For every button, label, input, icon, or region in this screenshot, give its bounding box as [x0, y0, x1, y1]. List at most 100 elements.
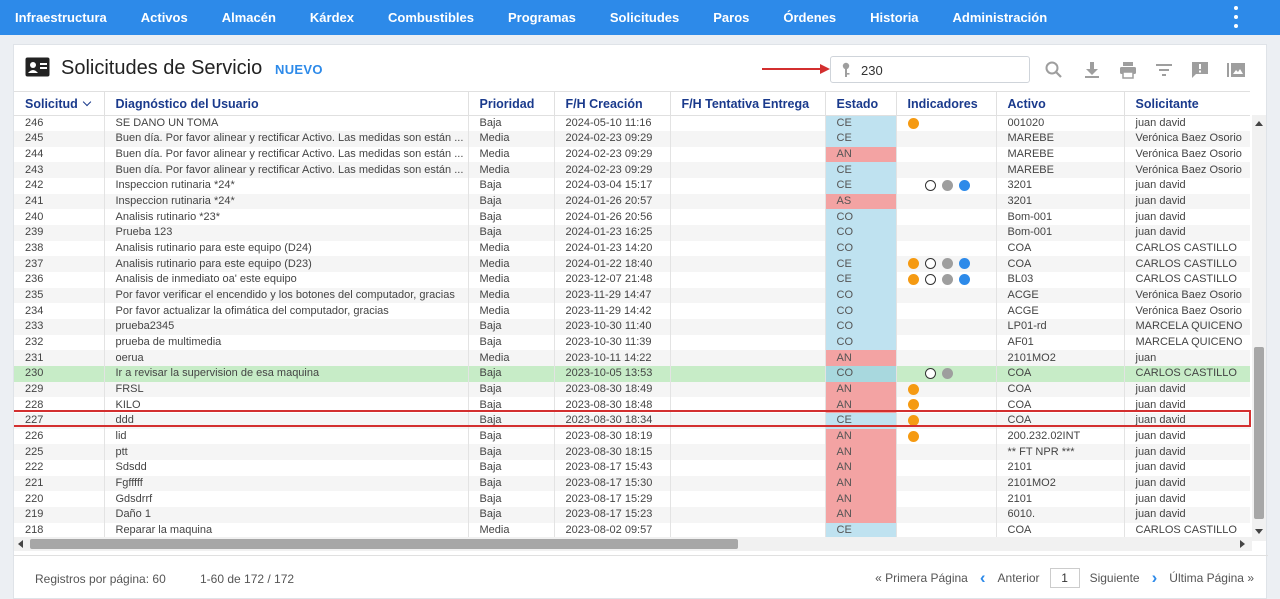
table-row[interactable]: 222 Sdsdd Baja 2023-08-17 15:43 AN 2101 juan d…: [14, 459, 1250, 476]
nav-item-programas[interactable]: Programas: [493, 10, 576, 25]
print-icon[interactable]: [1118, 60, 1138, 80]
vertical-scrollbar[interactable]: [1252, 115, 1266, 541]
table-row[interactable]: 243 Buen día. Por favor alinear y rectifi…: [14, 162, 1250, 179]
table-row[interactable]: 244 Buen día. Por favor alinear y rectifi…: [14, 146, 1250, 163]
table-row[interactable]: 235 Por favor verificar el encendido y lo…: [14, 287, 1250, 304]
cell-diag: Buen día. Por favor alinear y rectificar…: [104, 162, 469, 179]
chevron-right-icon[interactable]: ›: [1152, 568, 1158, 588]
vertical-scroll-thumb[interactable]: [1254, 347, 1264, 519]
column-header-3[interactable]: F/H Creación: [554, 91, 671, 116]
nav-item-administración[interactable]: Administración: [938, 10, 1048, 25]
cell-prio: Baja: [468, 381, 555, 398]
indicator-empty-icon: [924, 273, 936, 285]
scroll-right-icon[interactable]: [1240, 540, 1245, 548]
table-row[interactable]: 238 Analisis rutinario para este equipo (…: [14, 240, 1250, 257]
sort-descending-icon[interactable]: [82, 97, 92, 106]
table-row[interactable]: 225 ptt Baja 2023-08-30 18:15 AN ** FT NPR **…: [14, 444, 1250, 460]
table-row[interactable]: 246 SE DANO UN TOMA Baja 2024-05-10 11:16 CE…: [14, 115, 1250, 132]
cell-status: AS: [825, 193, 897, 210]
nav-item-almacén[interactable]: Almacén: [207, 10, 276, 25]
column-header-6[interactable]: Indicadores: [896, 91, 997, 116]
chevron-left-icon[interactable]: ‹: [980, 568, 986, 588]
cell-id: 229: [14, 381, 105, 398]
indicators-cell: [896, 287, 997, 304]
table-row[interactable]: 233 prueba2345 Baja 2023-10-30 11:40 CO LP01-…: [14, 319, 1250, 335]
cell-due: [670, 193, 826, 210]
scroll-left-icon[interactable]: [18, 540, 23, 548]
indicator-blue-icon: [958, 180, 970, 192]
page-number-input[interactable]: [1049, 568, 1080, 588]
cell-asset: 6010.: [996, 506, 1125, 523]
new-request-button[interactable]: NUEVO: [275, 62, 323, 77]
column-header-2[interactable]: Prioridad: [468, 91, 555, 116]
cell-id: 244: [14, 146, 105, 163]
nav-item-órdenes[interactable]: Órdenes: [768, 10, 836, 25]
nav-item-paros[interactable]: Paros: [698, 10, 749, 25]
nav-item-infraestructura[interactable]: Infraestructura: [0, 10, 107, 25]
scroll-down-icon[interactable]: [1255, 529, 1263, 534]
scroll-up-icon[interactable]: [1255, 121, 1263, 126]
nav-item-historia[interactable]: Historia: [855, 10, 918, 25]
nav-item-kárdex[interactable]: Kárdex: [295, 10, 354, 25]
filter-icon[interactable]: [1154, 60, 1174, 80]
column-header-0[interactable]: Solicitud: [14, 91, 105, 116]
download-icon[interactable]: [1082, 60, 1102, 80]
horizontal-scroll-thumb[interactable]: [30, 539, 738, 549]
cell-status: AN: [825, 397, 897, 413]
table-row[interactable]: 242 Inspeccion rutinaria *24* Baja 2024-03-…: [14, 178, 1250, 194]
search-icon[interactable]: [1044, 60, 1064, 80]
table-row[interactable]: 237 Analisis rutinario para este equipo (…: [14, 256, 1250, 273]
cell-due: [670, 225, 826, 241]
table-row[interactable]: 230 Ir a revisar la supervision de esa ma…: [14, 366, 1250, 382]
column-header-1[interactable]: Diagnóstico del Usuario: [104, 91, 469, 116]
rows-per-page[interactable]: Registros por página: 60: [35, 572, 166, 586]
first-page-link[interactable]: « Primera Página: [875, 571, 968, 585]
cell-asset: COA: [996, 366, 1125, 382]
column-header-8[interactable]: Solicitante: [1124, 91, 1250, 116]
table-row[interactable]: 220 Gdsdrrf Baja 2023-08-17 15:29 AN 2101 juan…: [14, 491, 1250, 507]
feedback-icon[interactable]: [1190, 60, 1210, 80]
table-row[interactable]: 232 prueba de multimedia Baja 2023-10-30 11…: [14, 334, 1250, 351]
table-row[interactable]: 236 Analisis de inmediato oa' este equipo…: [14, 272, 1250, 288]
table-row[interactable]: 239 Prueba 123 Baja 2024-01-23 16:25 CO Bom-0…: [14, 225, 1250, 241]
indicators-cell: [896, 209, 997, 226]
table-row[interactable]: 245 Buen día. Por favor alinear y rectifi…: [14, 131, 1250, 147]
table-row[interactable]: 229 FRSL Baja 2023-08-30 18:49 AN COA juan dav…: [14, 381, 1250, 398]
next-page-link[interactable]: Siguiente: [1090, 571, 1140, 585]
nav-item-solicitudes[interactable]: Solicitudes: [595, 10, 679, 25]
cell-created: 2023-10-05 13:53: [554, 366, 671, 382]
last-page-link[interactable]: Última Página »: [1169, 571, 1254, 585]
search-input[interactable]: [861, 60, 1021, 80]
table-row[interactable]: 219 Daño 1 Baja 2023-08-17 15:23 AN 6010. juan…: [14, 506, 1250, 523]
table-row[interactable]: 228 KILO Baja 2023-08-30 18:48 AN COA juan dav…: [14, 397, 1250, 413]
table-row[interactable]: 241 Inspeccion rutinaria *24* Baja 2024-01-…: [14, 193, 1250, 210]
cell-created: 2024-05-10 11:16: [554, 115, 671, 132]
table-row[interactable]: 234 Por favor actualizar la ofimática del…: [14, 303, 1250, 320]
gallery-icon[interactable]: [1226, 60, 1246, 80]
kebab-menu-icon[interactable]: [1232, 6, 1240, 28]
table-row[interactable]: 218 Reparar la maquina Media 2023-08-02 09:…: [14, 522, 1250, 539]
horizontal-scrollbar[interactable]: [14, 537, 1252, 551]
table-row[interactable]: 226 lid Baja 2023-08-30 18:19 AN 200.232.02IN…: [14, 428, 1250, 445]
table-row[interactable]: 221 Fgfffff Baja 2023-08-17 15:30 AN 2101MO2 j…: [14, 475, 1250, 492]
cell-diag: Inspeccion rutinaria *24*: [104, 193, 469, 210]
cell-diag: Prueba 123: [104, 225, 469, 241]
column-header-5[interactable]: Estado: [825, 91, 897, 116]
table-row[interactable]: 240 Analisis rutinario *23* Baja 2024-01-26…: [14, 209, 1250, 226]
search-box[interactable]: [830, 56, 1030, 83]
column-header-7[interactable]: Activo: [996, 91, 1125, 116]
cell-prio: Media: [468, 131, 555, 147]
cell-diag: SE DANO UN TOMA: [104, 115, 469, 132]
previous-page-link[interactable]: Anterior: [998, 571, 1040, 585]
top-navigation: Infraestructura Activos Almacén Kárdex Combu…: [0, 0, 1280, 35]
cell-prio: Media: [468, 272, 555, 288]
nav-item-combustibles[interactable]: Combustibles: [373, 10, 474, 25]
column-header-4[interactable]: F/H Tentativa Entrega: [670, 91, 826, 116]
table-row[interactable]: 227 ddd Baja 2023-08-30 18:34 CE COA juan davi…: [14, 412, 1250, 429]
cell-asset: BL03: [996, 272, 1125, 288]
table-row[interactable]: 231 oerua Media 2023-10-11 14:22 AN 2101MO2 ju…: [14, 350, 1250, 366]
indicators-cell: [896, 491, 997, 507]
cell-diag: Analisis rutinario *23*: [104, 209, 469, 226]
nav-item-activos[interactable]: Activos: [126, 10, 188, 25]
cell-asset: ** FT NPR ***: [996, 444, 1125, 460]
